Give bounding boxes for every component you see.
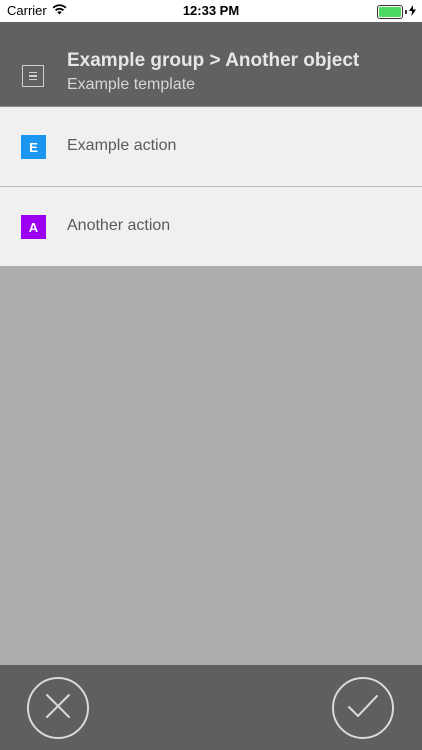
action-label: Another action [67, 217, 171, 234]
status-bar: Carrier 12:33 PM [0, 0, 422, 22]
battery-tip [405, 9, 407, 14]
confirm-button[interactable] [332, 677, 394, 739]
action-badge: A [21, 215, 46, 239]
bottom-bar [0, 665, 422, 750]
checkmark-icon [347, 693, 379, 724]
action-list: E Example action A Another action [0, 107, 422, 266]
action-badge: E [21, 135, 46, 159]
header: Example group > Another object Example t… [0, 22, 422, 107]
page-subtitle: Example template [67, 76, 196, 93]
page-title: Example group > Another object [67, 50, 360, 71]
status-time: 12:33 PM [182, 3, 240, 18]
battery-icon [377, 4, 403, 19]
action-row-another-action[interactable]: A Another action [0, 187, 422, 266]
charging-icon [409, 4, 416, 19]
battery-group [377, 4, 416, 19]
action-row-example-action[interactable]: E Example action [0, 107, 422, 187]
action-label: Example action [67, 137, 177, 154]
cancel-button[interactable] [27, 677, 89, 739]
template-icon [22, 65, 44, 87]
close-icon [45, 693, 71, 724]
